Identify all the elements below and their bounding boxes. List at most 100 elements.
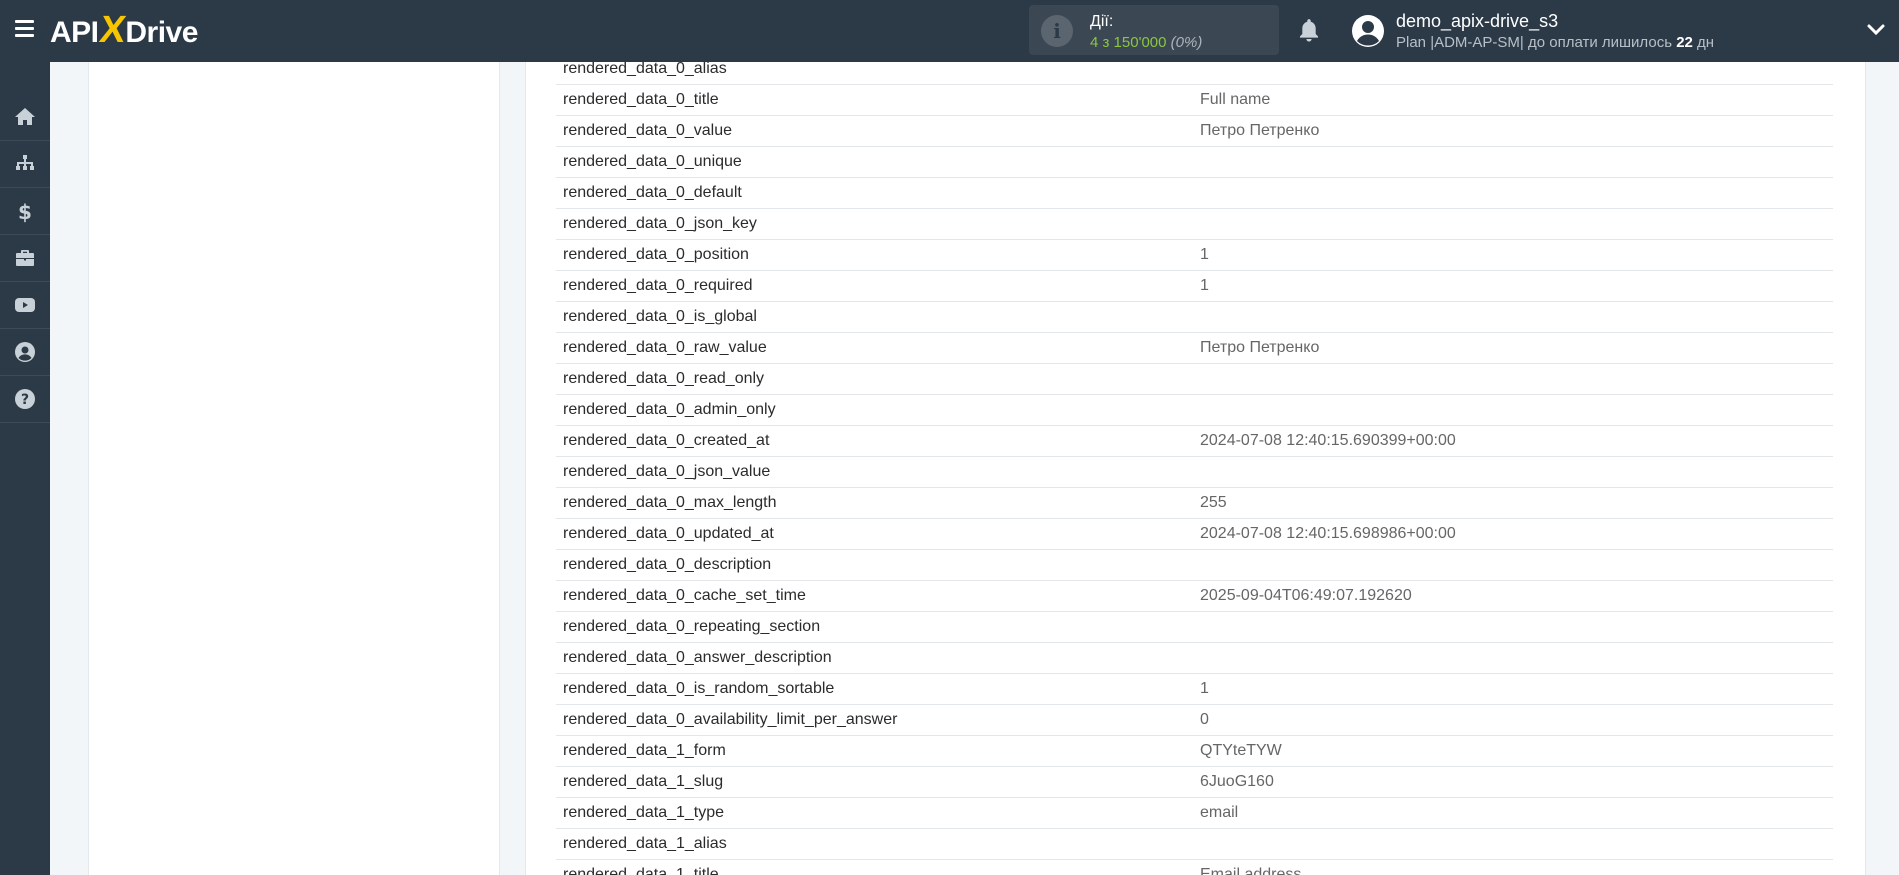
sidebar: $ ? <box>0 62 50 875</box>
actions-count: 4 з 150'000 <box>1090 34 1167 51</box>
plan-days-unit: дн <box>1692 34 1715 51</box>
table-row: rendered_data_0_required 1 <box>556 271 1833 302</box>
logo[interactable]: APIXDrive <box>50 9 198 51</box>
field-value: Петро Петренко <box>1200 122 1320 139</box>
bell-icon[interactable] <box>1296 17 1322 45</box>
field-name: rendered_data_0_created_at <box>563 432 770 449</box>
table-row: rendered_data_0_read_only <box>556 364 1833 395</box>
table-row: rendered_data_0_raw_value Петро Петренко <box>556 333 1833 364</box>
field-value: 2024-07-08 12:40:15.698986+00:00 <box>1200 525 1456 542</box>
dollar-icon: $ <box>18 200 32 223</box>
field-name: rendered_data_0_description <box>563 556 772 573</box>
field-value: 255 <box>1200 494 1227 511</box>
actions-percent: (0%) <box>1170 34 1203 51</box>
field-value: Email address <box>1200 866 1302 875</box>
table-row: rendered_data_1_alias <box>556 829 1833 860</box>
plan-text: Plan |ADM-AP-SM| до оплати лишилось <box>1396 34 1677 51</box>
table-row: rendered_data_0_json_key <box>556 209 1833 240</box>
field-name: rendered_data_0_raw_value <box>563 339 767 356</box>
data-panel: rendered_data_0_alias rendered_data_0_tit… <box>525 62 1866 875</box>
table-row: rendered_data_0_json_value <box>556 457 1833 488</box>
field-name: rendered_data_0_position <box>563 246 749 263</box>
field-name: rendered_data_0_cache_set_time <box>563 587 806 604</box>
field-name: rendered_data_0_required <box>563 277 753 294</box>
field-value: 6JuoG160 <box>1200 773 1274 790</box>
plan-days: 22 <box>1676 34 1693 51</box>
field-name: rendered_data_0_alias <box>563 62 727 77</box>
field-name: rendered_data_0_json_key <box>563 215 757 232</box>
sidebar-item-billing[interactable]: $ <box>0 188 50 235</box>
actions-label: Дії: <box>1090 13 1114 30</box>
field-value: 1 <box>1200 680 1209 697</box>
table-row: rendered_data_0_answer_description <box>556 643 1833 674</box>
field-name: rendered_data_0_repeating_section <box>563 618 821 635</box>
table-row: rendered_data_1_title Email address <box>556 860 1833 875</box>
logo-api: API <box>50 16 99 49</box>
table-row: rendered_data_0_alias <box>556 62 1833 85</box>
field-name: rendered_data_0_unique <box>563 153 742 170</box>
field-value: 2024-07-08 12:40:15.690399+00:00 <box>1200 432 1456 449</box>
table-row: rendered_data_0_admin_only <box>556 395 1833 426</box>
user-circle-icon <box>15 342 35 362</box>
sidebar-item-account[interactable] <box>0 329 50 376</box>
field-name: rendered_data_1_form <box>563 742 726 759</box>
menu-icon[interactable] <box>15 20 34 37</box>
table-row: rendered_data_0_cache_set_time 2025-09-04… <box>556 581 1833 612</box>
table-row: rendered_data_0_default <box>556 178 1833 209</box>
field-name: rendered_data_0_title <box>563 91 719 108</box>
table-row: rendered_data_0_unique <box>556 147 1833 178</box>
sidebar-item-video[interactable] <box>0 282 50 329</box>
table-row: rendered_data_0_max_length 255 <box>556 488 1833 519</box>
table-row: rendered_data_0_is_random_sortable 1 <box>556 674 1833 705</box>
field-name: rendered_data_1_slug <box>563 773 724 790</box>
field-name: rendered_data_0_answer_description <box>563 649 832 666</box>
field-name: rendered_data_0_max_length <box>563 494 777 511</box>
sidebar-item-home[interactable] <box>0 94 50 141</box>
svg-text:$: $ <box>18 200 32 223</box>
field-name: rendered_data_0_read_only <box>563 370 765 387</box>
logo-x: X <box>96 9 128 51</box>
field-value: 1 <box>1200 277 1209 294</box>
field-name: rendered_data_1_alias <box>563 835 727 852</box>
table-row: rendered_data_0_availability_limit_per_a… <box>556 705 1833 736</box>
field-value: QTYteTYW <box>1200 742 1282 759</box>
field-name: rendered_data_0_availability_limit_per_a… <box>563 711 898 728</box>
field-name: rendered_data_0_json_value <box>563 463 771 480</box>
table-row: rendered_data_0_position 1 <box>556 240 1833 271</box>
table-row: rendered_data_0_repeating_section <box>556 612 1833 643</box>
sidebar-item-connections[interactable] <box>0 141 50 188</box>
home-icon <box>15 108 35 125</box>
field-value: Петро Петренко <box>1200 339 1320 356</box>
field-name: rendered_data_0_is_global <box>563 308 757 325</box>
field-value: email <box>1200 804 1239 821</box>
sidebar-item-services[interactable] <box>0 235 50 282</box>
table-row: rendered_data_1_slug 6JuoG160 <box>556 767 1833 798</box>
chevron-down-icon[interactable] <box>1866 22 1886 38</box>
left-panel <box>88 62 500 875</box>
field-value: 2025-09-04T06:49:07.192620 <box>1200 587 1412 604</box>
question-icon: ? <box>15 389 35 409</box>
actions-counter[interactable]: i Дії: 4 з 150'000 (0%) <box>1029 5 1279 55</box>
sidebar-item-help[interactable]: ? <box>0 376 50 423</box>
table-row: rendered_data_0_created_at 2024-07-08 12:… <box>556 426 1833 457</box>
field-name: rendered_data_1_title <box>563 866 719 875</box>
logo-drive: Drive <box>125 16 198 49</box>
table-row: rendered_data_0_description <box>556 550 1833 581</box>
table-row: rendered_data_1_type email <box>556 798 1833 829</box>
field-name: rendered_data_0_updated_at <box>563 525 774 542</box>
top-bar: APIXDrive i Дії: 4 з 150'000 (0%) demo_a… <box>0 0 1899 62</box>
youtube-icon <box>15 298 35 312</box>
plan-info: Plan |ADM-AP-SM| до оплати лишилось 22 д… <box>1396 34 1714 51</box>
briefcase-icon <box>16 250 34 266</box>
avatar-icon[interactable] <box>1351 14 1385 48</box>
username[interactable]: demo_apix-drive_s3 <box>1396 11 1558 32</box>
field-value: 0 <box>1200 711 1209 728</box>
table-row: rendered_data_0_title Full name <box>556 85 1833 116</box>
table-row: rendered_data_0_updated_at 2024-07-08 12:… <box>556 519 1833 550</box>
field-name: rendered_data_0_value <box>563 122 733 139</box>
table-row: rendered_data_0_is_global <box>556 302 1833 333</box>
info-icon: i <box>1041 15 1073 47</box>
table-row: rendered_data_1_form QTYteTYW <box>556 736 1833 767</box>
sitemap-icon <box>16 155 34 170</box>
field-name: rendered_data_0_admin_only <box>563 401 776 418</box>
